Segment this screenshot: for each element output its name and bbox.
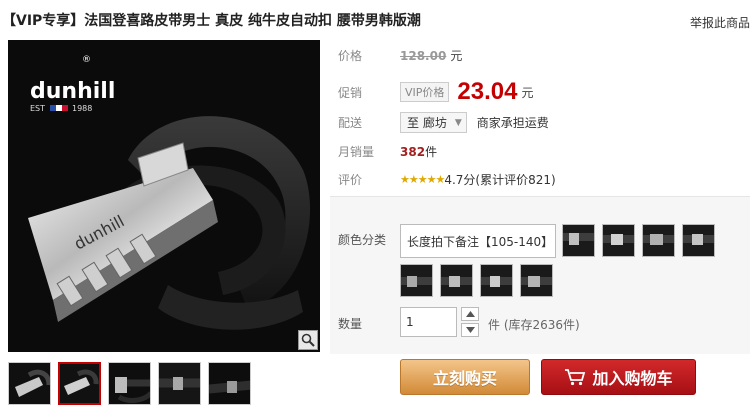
monthly-sales-row: 月销量 382 件 (338, 143, 437, 160)
delivery-label: 配送 (338, 116, 363, 130)
monthly-sales-count: 382 (400, 144, 426, 159)
cart-icon (565, 369, 586, 386)
thumbnail-strip (8, 362, 251, 405)
stock-text: 件 (库存2636件) (488, 318, 580, 332)
destination-value: 至 廊坊 (407, 116, 447, 130)
brand-logo: dunhill (30, 79, 115, 104)
thumbnail-3[interactable] (108, 362, 151, 405)
price-unit: 元 (450, 49, 463, 63)
thumbnail-1[interactable] (8, 362, 51, 405)
quantity-input[interactable] (400, 307, 457, 337)
quantity-increase-button[interactable] (461, 307, 479, 321)
thumbnail-5[interactable] (208, 362, 251, 405)
rating-stars-icon: ★★★★★ (400, 173, 445, 186)
add-to-cart-button[interactable]: 加入购物车 (541, 359, 696, 395)
promo-row: 促销 VIP价格 23.04 元 (338, 78, 533, 106)
caret-down-icon: ▼ (454, 117, 462, 128)
sku-option-6[interactable] (440, 264, 473, 297)
original-price: 128.00 (400, 48, 447, 63)
zoom-icon (301, 333, 315, 347)
product-title: 【VIP专享】法国登喜路皮带男士 真皮 纯牛皮自动扣 腰带男韩版潮 (2, 13, 421, 29)
sku-option-4[interactable] (682, 224, 715, 257)
thumbnail-2-selected[interactable] (58, 362, 101, 405)
svg-text:®: ® (82, 55, 91, 65)
sku-option-2[interactable] (602, 224, 635, 257)
quantity-decrease-button[interactable] (461, 323, 479, 337)
delivery-row: 配送 至 廊坊 ▼ 商家承担运费 (338, 112, 549, 133)
promo-unit: 元 (521, 85, 534, 100)
sku-option-length[interactable]: 长度拍下备注【105-140】 (400, 224, 556, 258)
shipping-note: 商家承担运费 (476, 116, 549, 130)
brand-year: 1988 (72, 104, 92, 113)
vip-price-tag: VIP价格 (400, 82, 450, 102)
promo-price: 23.04 (457, 78, 518, 105)
buy-now-button[interactable]: 立刻购买 (400, 359, 530, 395)
monthly-sales-unit: 件 (425, 145, 438, 159)
spin-up-icon (465, 311, 475, 317)
rating-score[interactable]: 4.7分(累计评价821) (444, 171, 555, 188)
sku-option-1[interactable] (562, 224, 595, 257)
spin-down-icon (465, 327, 475, 333)
sku-option-8[interactable] (520, 264, 553, 297)
color-category-label: 颜色分类 (338, 233, 387, 247)
sku-option-3[interactable] (642, 224, 675, 257)
monthly-sales-label: 月销量 (338, 145, 375, 159)
destination-select[interactable]: 至 廊坊 ▼ (400, 112, 467, 133)
brand-est: EST (30, 104, 45, 113)
price-label: 价格 (338, 49, 363, 63)
sku-selection-box: 颜色分类 长度拍下备注【105-140】 数量 件 (库存2636件) (330, 196, 750, 354)
add-to-cart-label: 加入购物车 (592, 369, 673, 388)
zoom-button[interactable] (298, 330, 318, 350)
sku-option-5[interactable] (400, 264, 433, 297)
sku-option-7[interactable] (480, 264, 513, 297)
rating-row: 评价 ★★★★★ 4.7分(累计评价821) (338, 171, 556, 188)
report-product-link[interactable]: 举报此商品 (690, 14, 750, 31)
price-row: 价格 128.00 元 (338, 47, 462, 64)
buy-now-label: 立刻购买 (432, 369, 497, 388)
thumbnail-4[interactable] (158, 362, 201, 405)
promo-label: 促销 (338, 85, 363, 100)
quantity-label: 数量 (338, 317, 363, 331)
main-product-image: dunhill dunhill ® EST 1988 (8, 40, 320, 352)
rating-label: 评价 (338, 173, 363, 187)
belt-image: dunhill dunhill ® EST 1988 (8, 40, 320, 352)
